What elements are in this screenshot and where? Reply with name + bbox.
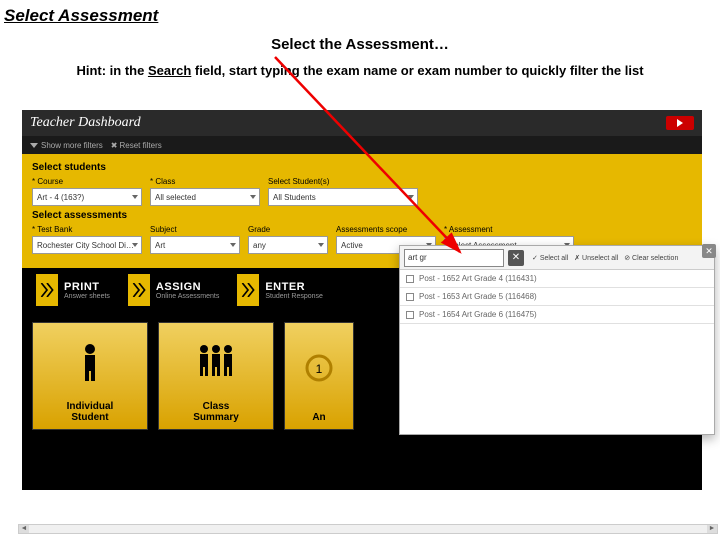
item-label: Post - 1652 Art Grade 4 (116431) xyxy=(419,274,537,283)
scroll-track[interactable] xyxy=(29,525,707,533)
app-header: Teacher Dashboard xyxy=(22,110,702,136)
tile-3[interactable]: 1 An xyxy=(284,322,354,430)
assessment-list: Post - 1652 Art Grade 4 (116431) Post - … xyxy=(400,270,714,324)
app-title: Teacher Dashboard xyxy=(30,115,141,131)
list-item[interactable]: Post - 1652 Art Grade 4 (116431) xyxy=(400,270,714,288)
class-summary-tile[interactable]: ClassSummary xyxy=(158,322,274,430)
chevron-right-icon xyxy=(128,274,150,306)
scope-label: Assessments scope xyxy=(336,225,436,234)
scroll-left-button[interactable]: ◄ xyxy=(19,525,29,533)
people-icon xyxy=(194,323,238,401)
youtube-icon[interactable] xyxy=(666,116,694,130)
filter-bar: Show more filters ✖Reset filters xyxy=(22,136,702,154)
tile-label: IndividualStudent xyxy=(67,401,114,423)
chevron-right-icon xyxy=(237,274,259,306)
clear-search-button[interactable]: ✕ xyxy=(508,250,524,266)
doc-heading: Select Assessment xyxy=(0,0,720,28)
clear-selection-link[interactable]: Clear selection xyxy=(624,254,678,262)
class-label: * Class xyxy=(150,177,260,186)
enter-title: ENTER xyxy=(265,281,323,293)
search-input[interactable]: art gr xyxy=(404,249,504,267)
print-sub: Answer sheets xyxy=(64,293,110,300)
students-section-label: Select students xyxy=(32,162,692,173)
print-title: PRINT xyxy=(64,281,110,293)
select-all-link[interactable]: Select all xyxy=(532,254,568,262)
hint-highlight: Search xyxy=(148,63,191,78)
checkbox[interactable] xyxy=(406,311,414,319)
subject-label: Subject xyxy=(150,225,240,234)
bank-dropdown[interactable]: Rochester City School Di… xyxy=(32,236,142,254)
grade-dropdown[interactable]: any xyxy=(248,236,328,254)
checkbox[interactable] xyxy=(406,293,414,301)
scroll-right-button[interactable]: ► xyxy=(707,525,717,533)
enter-button[interactable]: ENTERStudent Response xyxy=(233,268,337,312)
assessments-section-label: Select assessments xyxy=(32,210,692,221)
bank-label: * Test Bank xyxy=(32,225,142,234)
course-dropdown[interactable]: Art - 4 (163?) xyxy=(32,188,142,206)
class-dropdown[interactable]: All selected xyxy=(150,188,260,206)
hint-post: field, start typing the exam name or exa… xyxy=(191,63,643,78)
badge-icon: 1 xyxy=(304,323,334,412)
chevron-right-icon xyxy=(36,274,58,306)
course-label: * Course xyxy=(32,177,142,186)
list-item[interactable]: Post - 1654 Art Grade 6 (116475) xyxy=(400,306,714,324)
item-label: Post - 1654 Art Grade 6 (116475) xyxy=(419,310,537,319)
tile-label: ClassSummary xyxy=(193,401,239,423)
subject-dropdown[interactable]: Art xyxy=(150,236,240,254)
students-dropdown[interactable]: All Students xyxy=(268,188,418,206)
doc-subtitle: Select the Assessment… xyxy=(0,36,720,53)
list-item[interactable]: Post - 1653 Art Grade 5 (116468) xyxy=(400,288,714,306)
assign-title: ASSIGN xyxy=(156,281,219,293)
students-label: Select Student(s) xyxy=(268,177,418,186)
chevron-down-icon xyxy=(30,143,38,148)
popup-toolbar: art gr ✕ Select all Unselect all Clear s… xyxy=(400,246,714,270)
person-icon xyxy=(79,323,101,401)
unselect-all-link[interactable]: Unselect all xyxy=(574,254,618,262)
close-icon: ✖ xyxy=(111,141,118,150)
individual-student-tile[interactable]: IndividualStudent xyxy=(32,322,148,430)
hint-pre: Hint: in the xyxy=(76,63,148,78)
reset-filters-link[interactable]: ✖Reset filters xyxy=(111,141,162,150)
checkbox[interactable] xyxy=(406,275,414,283)
svg-text:1: 1 xyxy=(316,362,323,376)
tile-label: An xyxy=(312,412,325,423)
hint-text: Hint: in the Search field, start typing … xyxy=(0,63,720,78)
assign-sub: Online Assessments xyxy=(156,293,219,300)
show-filters-link[interactable]: Show more filters xyxy=(30,141,103,150)
item-label: Post - 1653 Art Grade 5 (116468) xyxy=(419,292,537,301)
print-button[interactable]: PRINTAnswer sheets xyxy=(32,268,124,312)
assign-button[interactable]: ASSIGNOnline Assessments xyxy=(124,268,233,312)
enter-sub: Student Response xyxy=(265,293,323,300)
horizontal-scrollbar[interactable]: ◄ ► xyxy=(18,524,718,534)
assessment-picker-popup: ✕ art gr ✕ Select all Unselect all Clear… xyxy=(399,245,715,435)
popup-close-button[interactable]: ✕ xyxy=(702,244,716,258)
assessment-label: * Assessment xyxy=(444,225,574,234)
grade-label: Grade xyxy=(248,225,328,234)
